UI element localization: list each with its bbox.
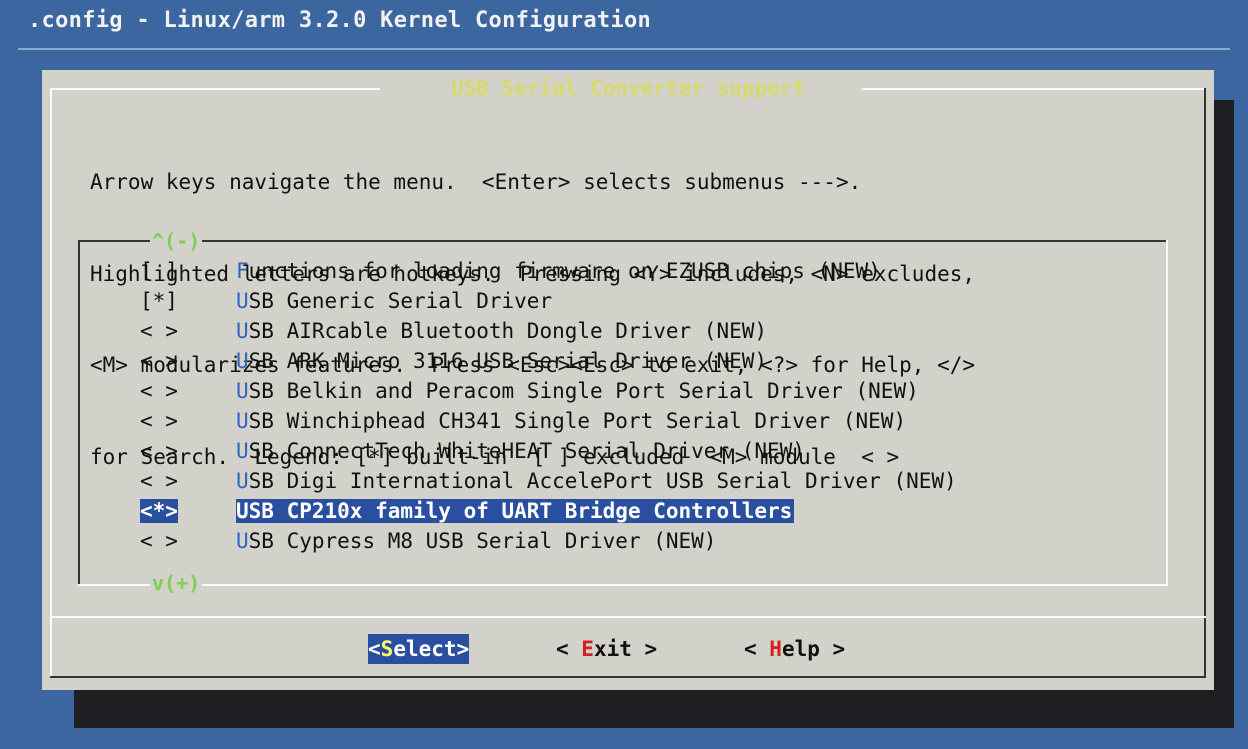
menu-list[interactable]: ^(-) v(+) [ ] Functions for loading firmw…: [78, 230, 1168, 594]
select-open: <: [368, 637, 381, 661]
item-hotkey: U: [236, 319, 249, 343]
help-line: Arrow keys navigate the menu. <Enter> se…: [90, 170, 862, 194]
exit-rest: xit >: [593, 637, 658, 661]
help-hotkey: H: [769, 637, 782, 661]
item-state[interactable]: < >: [140, 436, 236, 466]
select-button[interactable]: <Select>: [368, 634, 470, 664]
item-state[interactable]: < >: [140, 466, 236, 496]
item-hotkey: U: [236, 349, 249, 373]
list-border-right: [1166, 240, 1168, 586]
button-bar: <Select> < Exit > < Help >: [42, 634, 1214, 668]
help-rest: elp >: [781, 637, 846, 661]
item-hotkey: U: [236, 439, 249, 463]
item-text: SB Belkin and Peracom Single Port Serial…: [248, 379, 919, 403]
list-border-top: [78, 240, 1168, 242]
border-bottom: [50, 676, 1206, 678]
item-text: unctions for loading firmware on EZUSB c…: [248, 259, 881, 283]
item-hotkey: U: [236, 529, 249, 553]
title-rule: [18, 48, 1230, 50]
item-hotkey: U: [236, 409, 249, 433]
button-separator: [50, 616, 1206, 618]
menu-item-cypress-m8[interactable]: < > USB Cypress M8 USB Serial Driver (NEW…: [140, 526, 716, 556]
item-text: SB AIRcable Bluetooth Dongle Driver (NEW…: [248, 319, 768, 343]
item-state[interactable]: < >: [140, 376, 236, 406]
item-state-selected: <*>: [140, 499, 178, 523]
exit-hotkey: E: [581, 637, 594, 661]
item-text: SB Digi International AccelePort USB Ser…: [248, 469, 957, 493]
menu-item-digi-acceleport[interactable]: < > USB Digi International AccelePort USB…: [140, 466, 957, 496]
menu-item-belkin[interactable]: < > USB Belkin and Peracom Single Port Se…: [140, 376, 919, 406]
help-open: <: [744, 637, 770, 661]
list-border-bottom: [78, 584, 1168, 586]
item-text: SB ARK Micro 3116 USB Serial Driver (NEW…: [248, 349, 768, 373]
border-right: [1204, 88, 1206, 678]
item-label: USB Belkin and Peracom Single Port Seria…: [236, 379, 919, 403]
menuconfig-dialog: USB Serial Converter support Arrow keys …: [42, 70, 1214, 690]
item-label: USB Cypress M8 USB Serial Driver (NEW): [236, 529, 716, 553]
menu-item-generic-serial[interactable]: [*] USB Generic Serial Driver: [140, 286, 552, 316]
item-label: USB Winchiphead CH341 Single Port Serial…: [236, 409, 906, 433]
menu-item-ezusb-firmware[interactable]: [ ] Functions for loading firmware on EZU…: [140, 256, 881, 286]
menu-item-ch341[interactable]: < > USB Winchiphead CH341 Single Port Ser…: [140, 406, 906, 436]
item-hotkey: U: [236, 469, 249, 493]
item-text: SB ConnectTech WhiteHEAT Serial Driver (…: [248, 439, 805, 463]
menu-item-ark-micro[interactable]: < > USB ARK Micro 3116 USB Serial Driver …: [140, 346, 767, 376]
exit-button[interactable]: < Exit >: [556, 634, 657, 664]
select-hotkey: S: [380, 637, 394, 661]
item-label: USB ConnectTech WhiteHEAT Serial Driver …: [236, 439, 805, 463]
item-state[interactable]: [*]: [140, 286, 236, 316]
item-hotkey: F: [236, 259, 249, 283]
item-state[interactable]: <*>: [140, 496, 236, 526]
help-button[interactable]: < Help >: [744, 634, 845, 664]
item-state[interactable]: < >: [140, 526, 236, 556]
item-label: USB Generic Serial Driver: [236, 289, 552, 313]
exit-open: <: [556, 637, 582, 661]
item-label: USB AIRcable Bluetooth Dongle Driver (NE…: [236, 319, 767, 343]
item-state[interactable]: [ ]: [140, 256, 236, 286]
item-hotkey: U: [236, 379, 249, 403]
scroll-down-indicator[interactable]: v(+): [150, 572, 203, 594]
item-label: USB Digi International AccelePort USB Se…: [236, 469, 957, 493]
dialog-title: USB Serial Converter support: [450, 76, 805, 100]
menu-item-cp210x[interactable]: <*> USB CP210x family of UART Bridge Cont…: [140, 496, 795, 526]
item-text: SB Cypress M8 USB Serial Driver (NEW): [248, 529, 717, 553]
item-label: USB CP210x family of UART Bridge Control…: [236, 499, 795, 523]
item-hotkey: U: [236, 499, 249, 523]
item-text: SB CP210x family of UART Bridge Controll…: [248, 499, 793, 523]
item-text: SB Generic Serial Driver: [248, 289, 553, 313]
border-left: [50, 88, 52, 678]
item-text: SB Winchiphead CH341 Single Port Serial …: [248, 409, 907, 433]
menu-item-whiteheat[interactable]: < > USB ConnectTech WhiteHEAT Serial Driv…: [140, 436, 805, 466]
item-hotkey: U: [236, 289, 249, 313]
item-label: USB ARK Micro 3116 USB Serial Driver (NE…: [236, 349, 767, 373]
list-border-left: [78, 240, 80, 586]
item-label: Functions for loading firmware on EZUSB …: [236, 259, 881, 283]
menu-item-aircable[interactable]: < > USB AIRcable Bluetooth Dongle Driver …: [140, 316, 767, 346]
item-state[interactable]: < >: [140, 406, 236, 436]
window-title: .config - Linux/arm 3.2.0 Kernel Configu…: [28, 8, 652, 33]
select-rest: elect>: [393, 637, 470, 661]
scroll-up-indicator[interactable]: ^(-): [150, 230, 203, 252]
item-state[interactable]: < >: [140, 316, 236, 346]
item-state[interactable]: < >: [140, 346, 236, 376]
